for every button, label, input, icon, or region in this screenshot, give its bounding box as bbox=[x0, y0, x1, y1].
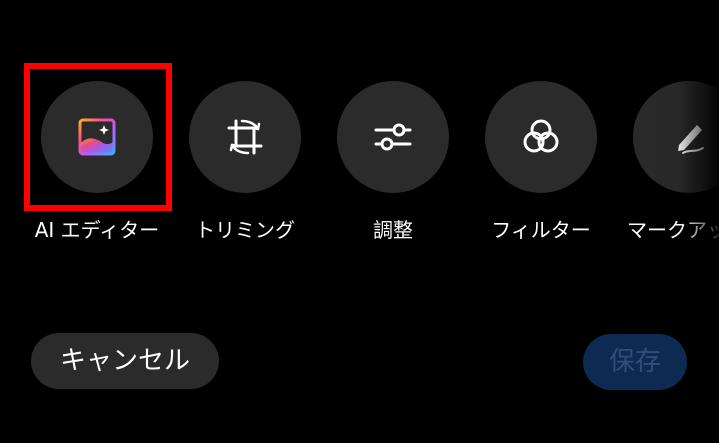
adjust-button[interactable] bbox=[337, 81, 449, 193]
cancel-button[interactable]: キャンセル bbox=[31, 333, 219, 389]
tool-trimming[interactable]: トリミング bbox=[189, 81, 301, 246]
filter-circles-icon bbox=[523, 119, 559, 153]
tool-label: フィルター bbox=[491, 218, 591, 242]
ai-editor-button[interactable] bbox=[41, 81, 153, 193]
tool-filter[interactable]: フィルター bbox=[485, 81, 597, 246]
filter-button[interactable] bbox=[485, 81, 597, 193]
markup-button[interactable] bbox=[633, 81, 719, 193]
ai-image-sparkle-icon bbox=[78, 118, 116, 156]
tool-label: マークアップ bbox=[627, 218, 719, 242]
trimming-button[interactable] bbox=[189, 81, 301, 193]
pen-icon bbox=[678, 125, 704, 154]
crop-rotate-icon bbox=[227, 119, 263, 155]
tool-ai-editor[interactable]: AI エディター bbox=[35, 81, 159, 246]
tool-markup[interactable]: マークアップ bbox=[627, 81, 719, 246]
tool-bar: AI エディター トリミング 調整 フィルター マークアッ bbox=[0, 0, 719, 260]
save-button[interactable]: 保存 bbox=[583, 334, 687, 390]
sliders-icon bbox=[374, 123, 412, 151]
tool-adjust[interactable]: 調整 bbox=[337, 81, 449, 246]
